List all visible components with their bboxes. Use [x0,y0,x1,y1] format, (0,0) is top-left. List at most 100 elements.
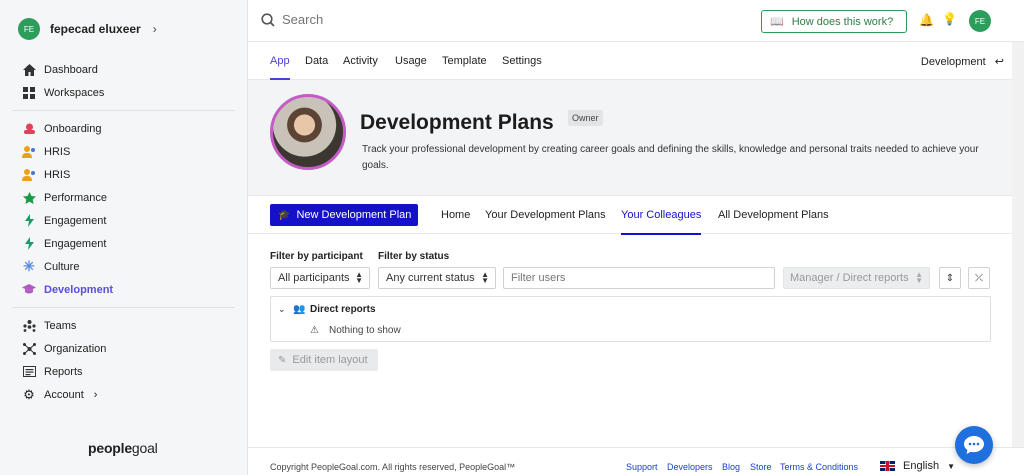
nav-group-org: Teams Organization Reports ⚙ Account › [0,314,247,406]
bolt-icon [22,237,36,251]
subnav-your-development-plans[interactable]: Your Development Plans [485,209,606,221]
collapse-all-button[interactable]: ⤫ [968,267,990,289]
manager-direct-reports-select[interactable]: Manager / Direct reports ▲ ▼ [783,267,930,289]
page-title: Development Plans [360,111,554,134]
sidebar-item-label: Account [44,388,84,401]
status-select[interactable]: Any current status ▲ ▼ [378,267,496,289]
expand-all-button[interactable]: ⇕ [939,267,961,289]
footer-link-support[interactable]: Support [626,462,658,472]
app-description: Track your professional development by c… [362,144,979,171]
chat-button[interactable] [955,426,993,464]
sidebar-item-teams[interactable]: Teams [0,314,247,337]
updown-icon: ▲ ▼ [481,270,489,285]
tab-usage[interactable]: Usage [395,55,427,67]
app-header: Development Plans Owner Track your profe… [248,80,1012,196]
sidebar-item-label: Reports [44,365,83,378]
direct-reports-heading: Direct reports [310,304,376,315]
sub-navigation: 🎓 New Development Plan Home Your Developm… [248,196,1012,235]
sidebar-item-label: Onboarding [44,122,102,135]
sidebar-item-onboarding[interactable]: Onboarding [0,117,247,140]
sidebar-item-label: Engagement [44,214,107,227]
brand-rest: goal [131,440,158,456]
topbar: 📖 How does this work? 🔔 💡 FE [248,0,1024,42]
search-input[interactable] [282,12,582,27]
tab-app[interactable]: App [270,55,290,80]
teams-icon [22,319,36,333]
tab-activity[interactable]: Activity [343,55,378,67]
divider [12,110,235,111]
footer-link-store[interactable]: Store [750,462,772,472]
avatar: FE [18,18,40,40]
language-label: English [903,460,940,472]
avatar[interactable]: FE [969,10,991,32]
graduation-cap-icon [22,283,36,297]
sidebar-item-account[interactable]: ⚙ Account › [0,383,247,406]
sidebar-item-hris-2[interactable]: HRIS [0,163,247,186]
search-icon [261,13,275,27]
sidebar-item-reports[interactable]: Reports [0,360,247,383]
tab-template[interactable]: Template [442,55,487,67]
empty-state-text: Nothing to show [329,325,401,336]
undo-arrow-icon: ↩ [994,56,1004,68]
participant-value: All participants [278,272,350,284]
chat-bubble-icon [964,436,984,454]
filter-participant-label: Filter by participant [270,251,363,262]
footer-link-terms[interactable]: Terms & Conditions [780,462,858,472]
copyright-text: Copyright PeopleGoal.com. All rights res… [270,462,516,472]
development-switch-link[interactable]: Development ↩ [921,55,1004,68]
book-icon: 📖 [770,16,784,28]
updown-icon: ▲ ▼ [915,270,923,285]
subnav-all-development-plans[interactable]: All Development Plans [718,209,829,221]
sidebar-item-development[interactable]: Development [0,278,247,301]
manager-value: Manager / Direct reports [790,272,909,284]
sidebar-item-label: Organization [44,342,107,355]
subnav-home[interactable]: Home [441,209,470,221]
uk-flag-icon [880,461,895,471]
chevron-down-icon[interactable]: ⌄ [278,304,286,315]
warning-icon: ⚠ [310,325,319,336]
sidebar-item-label: HRIS [44,145,71,158]
edit-item-layout-button[interactable]: ✎ Edit item layout [270,349,378,371]
reports-icon [22,365,36,379]
nav-group-apps: Onboarding HRIS HRIS Performance Engagem… [0,117,247,301]
chevron-right-icon: › [152,22,157,36]
scrollbar[interactable] [1012,42,1024,447]
sidebar-item-culture[interactable]: ✳ Culture [0,255,247,278]
sidebar-item-performance[interactable]: Performance [0,186,247,209]
sidebar-item-organization[interactable]: Organization [0,337,247,360]
sidebar-item-engagement-2[interactable]: Engagement [0,232,247,255]
divider [12,307,235,308]
sidebar: FE fepecad eluxeer › Dashboard Workspace… [0,0,248,475]
sidebar-item-label: HRIS [44,168,71,181]
grid-icon [22,86,36,100]
sidebar-item-hris[interactable]: HRIS [0,140,247,163]
sidebar-item-label: Teams [44,319,77,332]
sidebar-item-engagement[interactable]: Engagement [0,209,247,232]
subnav-your-colleagues[interactable]: Your Colleagues [621,209,702,235]
expand-icon: ⇕ [945,272,955,284]
sidebar-item-workspaces[interactable]: Workspaces [0,81,247,104]
people-icon [22,168,36,182]
asterisk-icon: ✳ [23,258,35,274]
participant-select[interactable]: All participants ▲ ▼ [270,267,370,289]
pencil-icon: ✎ [278,354,287,366]
sidebar-item-label: Engagement [44,237,107,250]
development-label: Development [920,56,986,68]
filter-users-input[interactable] [503,267,775,289]
star-icon [22,191,36,205]
lightbulb-icon[interactable]: 💡 [942,12,957,26]
brand-logo: peoplegoal [88,440,158,456]
footer-link-blog[interactable]: Blog [722,462,740,472]
how-does-this-work-button[interactable]: 📖 How does this work? [761,10,907,33]
edit-layout-label: Edit item layout [292,354,368,366]
tab-settings[interactable]: Settings [502,55,542,67]
bell-icon[interactable]: 🔔 [919,13,934,27]
language-selector[interactable]: English ▼ [880,460,955,472]
user-menu[interactable]: FE fepecad eluxeer › [0,0,247,58]
sidebar-item-dashboard[interactable]: Dashboard [0,58,247,81]
onboarding-icon [22,122,36,136]
tab-data[interactable]: Data [305,55,328,67]
status-value: Any current status [386,272,475,284]
new-development-plan-button[interactable]: 🎓 New Development Plan [270,204,418,226]
footer-link-developers[interactable]: Developers [667,462,713,472]
